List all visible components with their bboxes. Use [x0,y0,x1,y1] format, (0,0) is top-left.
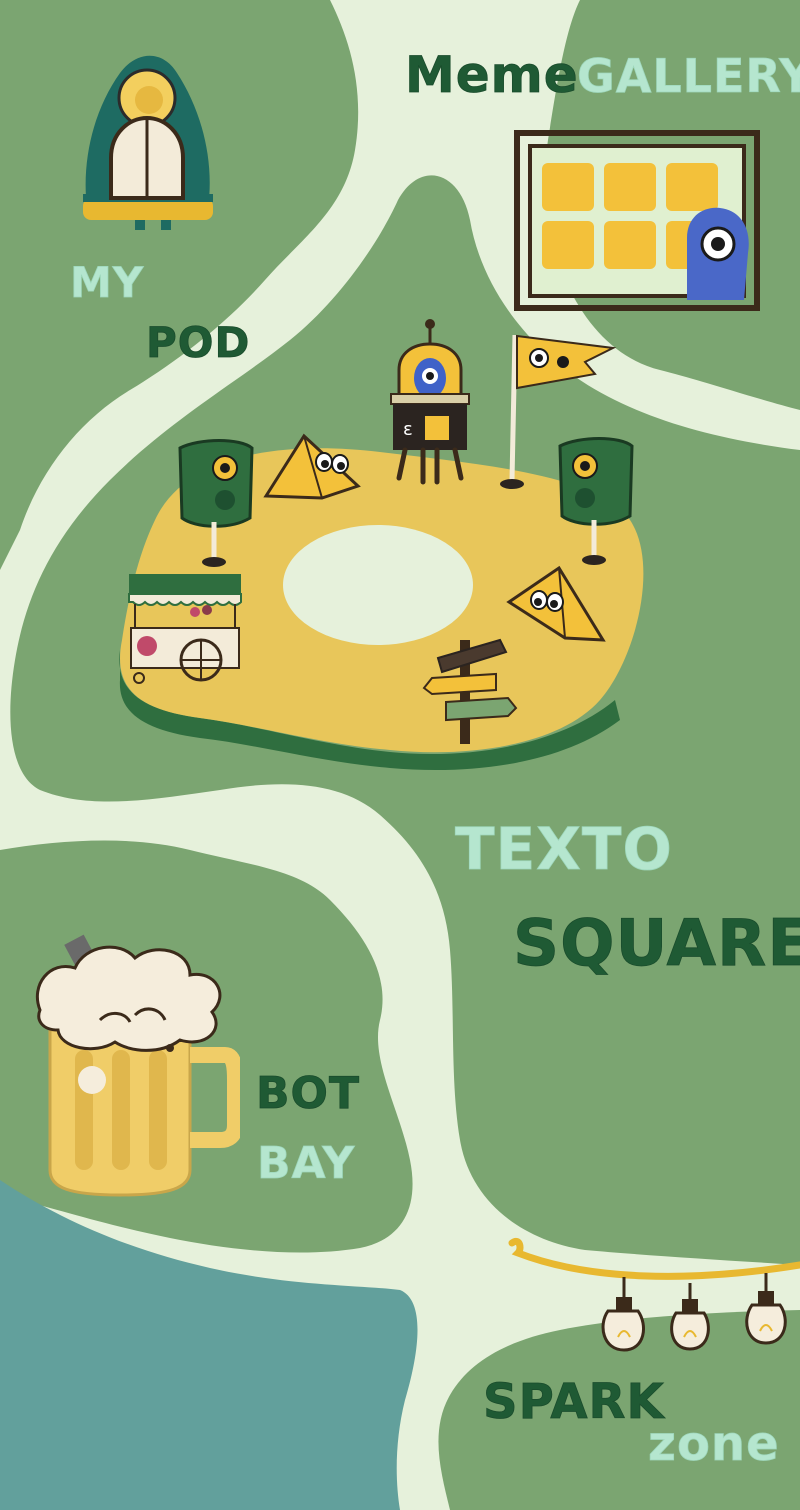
beer-mug-icon[interactable] [30,930,240,1200]
svg-text:ε: ε [403,419,413,440]
bot-bay-label-line2[interactable]: BAY [257,1141,355,1186]
robot-icon[interactable]: ε [385,318,475,486]
texto-square-label-line2[interactable]: SQUARE [513,912,800,977]
cone-sign-icon[interactable] [505,560,607,644]
my-pod-label-line2[interactable]: POD [146,321,250,364]
plaza-pond [283,525,473,645]
bot-bay-label-line1[interactable]: BOT [256,1071,360,1116]
spark-zone-label-line2[interactable]: zone [648,1420,780,1469]
signpost-icon[interactable] [420,632,520,747]
spark-zone-label-line1[interactable]: SPARK [483,1378,665,1427]
my-pod-label-line1[interactable]: MY [70,261,144,304]
city-map: ε MY POD Meme GALLERY TEXTO SQUARE BOT B… [0,0,800,1510]
cone-sign-icon[interactable] [262,428,362,502]
pod-house-icon[interactable] [75,48,220,233]
meme-gallery-label-line2[interactable]: GALLERY [577,53,800,100]
speaker-icon[interactable] [550,436,640,571]
meme-gallery-label-line1[interactable]: Meme [405,50,579,101]
speaker-icon[interactable] [170,438,260,573]
texto-square-label-line1[interactable]: TEXTO [455,820,673,879]
light-bulbs-icon[interactable] [508,1225,800,1365]
food-cart-icon[interactable] [125,570,245,690]
meme-frame-icon[interactable] [512,128,764,314]
